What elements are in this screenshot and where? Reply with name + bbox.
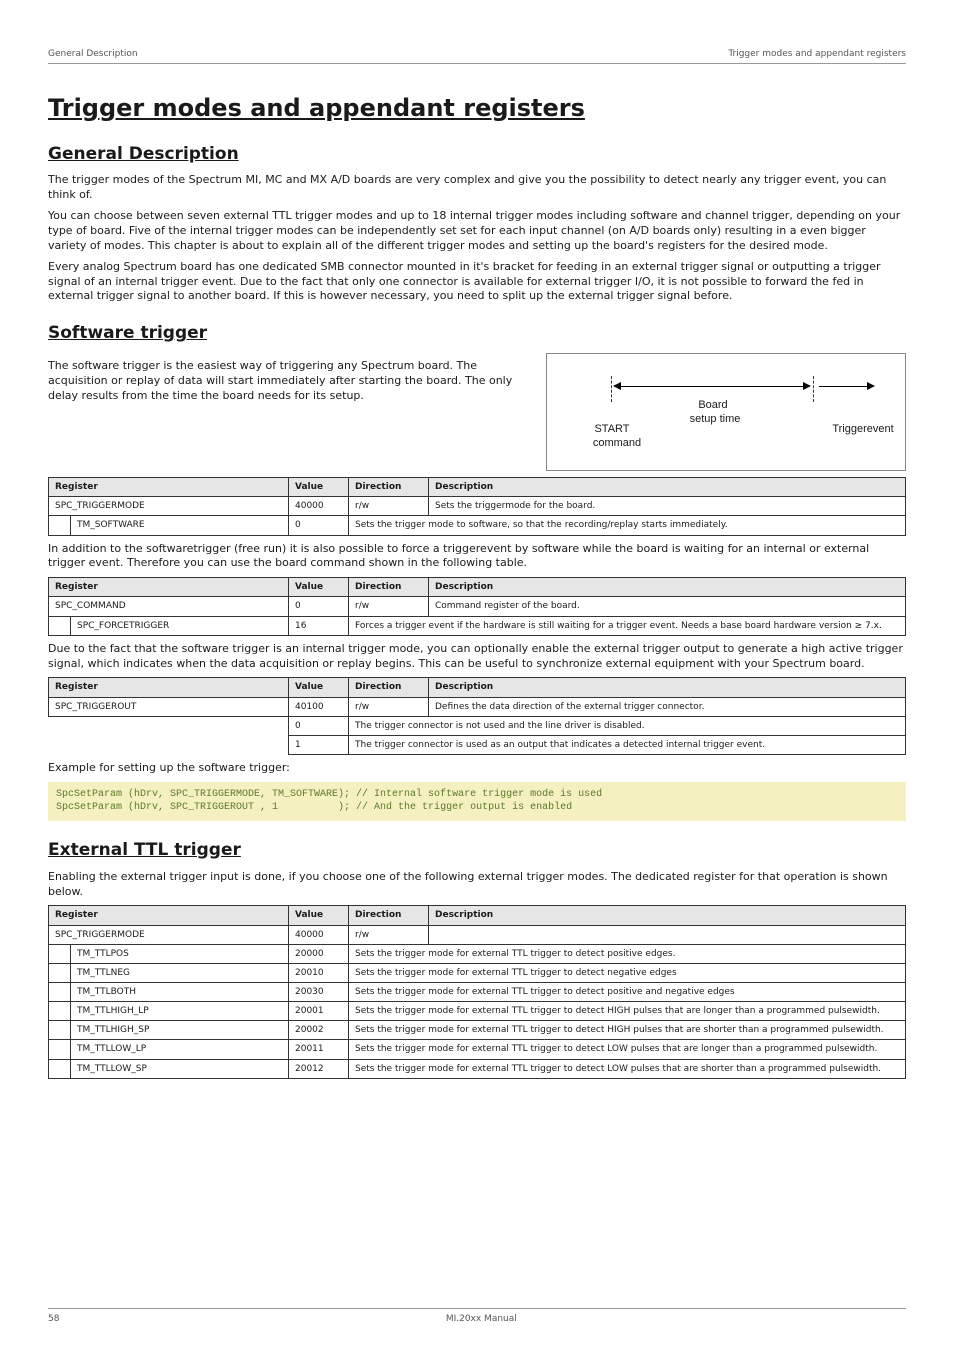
- table-row: TM_TTLBOTH20030Sets the trigger mode for…: [49, 982, 906, 1001]
- table-row: TM_SOFTWARE 0 Sets the trigger mode to s…: [49, 516, 906, 535]
- page-title: Trigger modes and appendant registers: [48, 92, 906, 124]
- register-table-2b: SPC_FORCETRIGGER 16 Forces a trigger eve…: [48, 616, 906, 636]
- table-row: SPC_COMMAND 0 r/w Command register of th…: [49, 597, 906, 616]
- table-row: SPC_FORCETRIGGER 16 Forces a trigger eve…: [49, 616, 906, 635]
- section-software: Software trigger: [48, 322, 906, 345]
- running-left: General Description: [48, 48, 138, 60]
- general-p1: The trigger modes of the Spectrum MI, MC…: [48, 173, 906, 203]
- software-after-t1: In addition to the softwaretrigger (free…: [48, 542, 906, 572]
- external-intro: Enabling the external trigger input is d…: [48, 870, 906, 900]
- running-header: General Description Trigger modes and ap…: [48, 48, 906, 60]
- register-table-2: Register Value Direction Description SPC…: [48, 577, 906, 616]
- table-row: TM_TTLLOW_SP20012Sets the trigger mode f…: [49, 1059, 906, 1078]
- table-row: SPC_TRIGGERMODE 40000 r/w Sets the trigg…: [49, 497, 906, 516]
- table-row: TM_TTLLOW_LP20011Sets the trigger mode f…: [49, 1040, 906, 1059]
- table-row: SPC_TRIGGERMODE 40000 r/w: [49, 925, 906, 944]
- register-table-4: Register Value Direction Description SPC…: [48, 905, 906, 944]
- general-p3: Every analog Spectrum board has one dedi…: [48, 260, 906, 305]
- running-right: Trigger modes and appendant registers: [728, 48, 906, 60]
- footer-page: 58: [48, 1313, 59, 1325]
- example-caption: Example for setting up the software trig…: [48, 761, 906, 776]
- th-register: Register: [49, 478, 289, 497]
- footer-manual: MI.20xx Manual: [446, 1313, 517, 1325]
- code-block: SpcSetParam (hDrv, SPC_TRIGGERMODE, TM_S…: [48, 782, 906, 821]
- table-row: TM_TTLHIGH_LP20001Sets the trigger mode …: [49, 1002, 906, 1021]
- page-footer: 58 MI.20xx Manual .: [48, 1308, 906, 1325]
- diagram-label-trigger: Triggerevent: [823, 422, 903, 437]
- table-row: SPC_TRIGGEROUT 40100 r/w Defines the dat…: [49, 697, 906, 716]
- register-table-1b: TM_SOFTWARE 0 Sets the trigger mode to s…: [48, 515, 906, 535]
- diagram-label-command: command: [577, 436, 657, 451]
- general-p2: You can choose between seven external TT…: [48, 209, 906, 254]
- th-direction: Direction: [349, 478, 429, 497]
- software-intro: The software trigger is the easiest way …: [48, 359, 526, 404]
- th-description: Description: [429, 478, 906, 497]
- software-after-t2: Due to the fact that the software trigge…: [48, 642, 906, 672]
- diagram-label-start: START: [577, 422, 647, 437]
- table-row: TM_TTLPOS20000Sets the trigger mode for …: [49, 944, 906, 963]
- diagram-label-board: Board: [673, 398, 753, 413]
- register-table-1: Register Value Direction Description SPC…: [48, 477, 906, 516]
- table-row: 1 The trigger connector is used as an ou…: [49, 735, 906, 754]
- register-table-3: Register Value Direction Description SPC…: [48, 677, 906, 755]
- table-row: 0 The trigger connector is not used and …: [49, 716, 906, 735]
- th-value: Value: [289, 478, 349, 497]
- table-row: TM_TTLNEG20010Sets the trigger mode for …: [49, 963, 906, 982]
- diagram-label-setup: setup time: [665, 412, 765, 427]
- timing-diagram: Board setup time Triggerevent START comm…: [546, 353, 906, 471]
- section-general: General Description: [48, 143, 906, 166]
- section-external: External TTL trigger: [48, 839, 906, 862]
- register-table-4b: TM_TTLPOS20000Sets the trigger mode for …: [48, 944, 906, 1079]
- table-row: TM_TTLHIGH_SP20002Sets the trigger mode …: [49, 1021, 906, 1040]
